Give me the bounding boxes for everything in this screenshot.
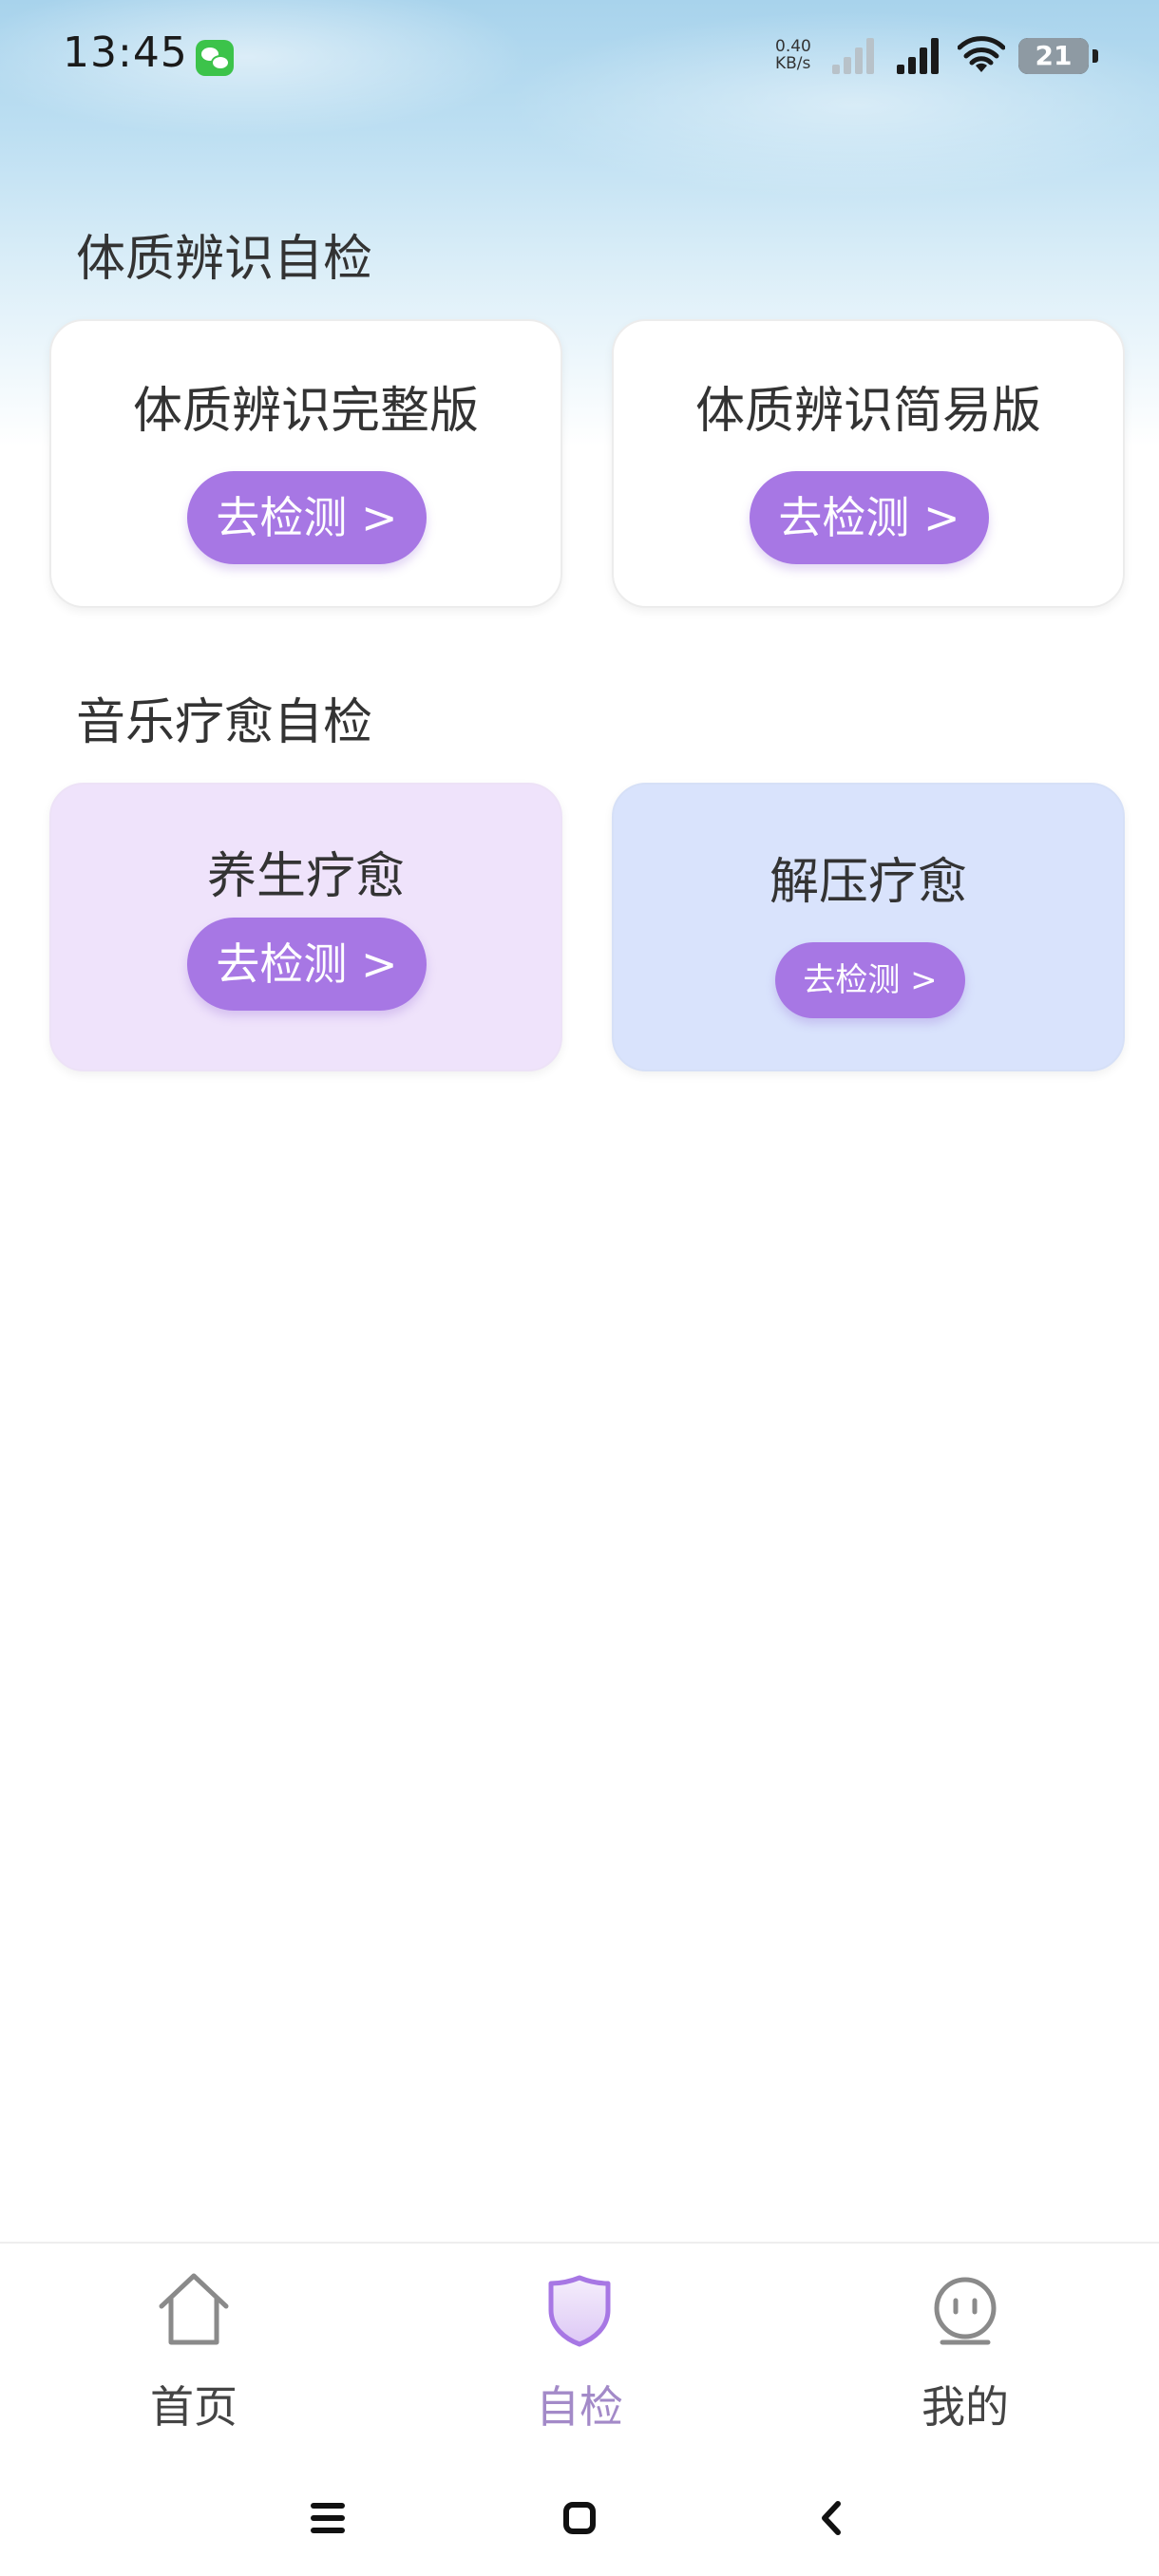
nav-label-self-check: 自检 [536,2381,623,2433]
system-home-button[interactable] [537,2475,622,2561]
check-button[interactable]: 去检测 > [187,918,427,1011]
card-wellness-healing[interactable]: 养生疗愈 去检测 > [49,783,562,1071]
card-constitution-full[interactable]: 体质辨识完整版 去检测 > [49,319,562,608]
network-speed: 0.40 KB/s [775,38,825,72]
signal-strength-sim2-icon [897,38,946,74]
battery-tip [1092,49,1098,63]
network-speed-value: 0.40 [775,37,811,56]
system-navigation-bar [0,2460,1159,2576]
check-button[interactable]: 去检测 > [187,471,427,564]
nav-item-self-check[interactable]: 自检 [475,2272,684,2443]
section-title-music-healing: 音乐疗愈自检 [76,694,373,751]
smiley-face-icon [934,2277,997,2345]
signal-strength-sim1-icon [832,38,882,74]
card-title: 解压疗愈 [769,854,967,911]
card-title: 体质辨识完整版 [132,383,479,440]
wifi-icon [958,36,1005,72]
check-button[interactable]: 去检测 > [775,942,965,1018]
battery-icon: 21 [1018,38,1089,74]
system-back-button[interactable] [788,2475,874,2561]
nav-label-profile: 我的 [922,2381,1009,2433]
nav-item-home[interactable]: 首页 [89,2272,298,2443]
wechat-notification-icon [196,40,234,76]
status-bar: 13:45 0.40 KB/s 21 [0,0,1159,114]
nav-item-profile[interactable]: 我的 [861,2272,1070,2443]
nav-label-home: 首页 [150,2381,238,2433]
back-chevron-icon [822,2501,841,2535]
card-title: 养生疗愈 [206,848,405,905]
card-title: 体质辨识简易版 [694,383,1041,440]
home-icon [159,2273,229,2345]
home-square-icon [563,2502,596,2534]
bottom-navigation: 首页 自检 我的 [0,2242,1159,2462]
section-title-constitution: 体质辨识自检 [76,231,373,288]
battery-level: 21 [1035,40,1073,71]
card-stress-relief-healing[interactable]: 解压疗愈 去检测 > [612,783,1125,1071]
check-button[interactable]: 去检测 > [750,471,989,564]
card-constitution-simple[interactable]: 体质辨识简易版 去检测 > [612,319,1125,608]
status-time: 13:45 [63,28,188,77]
menu-icon [311,2503,345,2533]
network-speed-unit: KB/s [775,54,811,73]
system-menu-button[interactable] [285,2475,370,2561]
shield-icon [548,2275,611,2347]
